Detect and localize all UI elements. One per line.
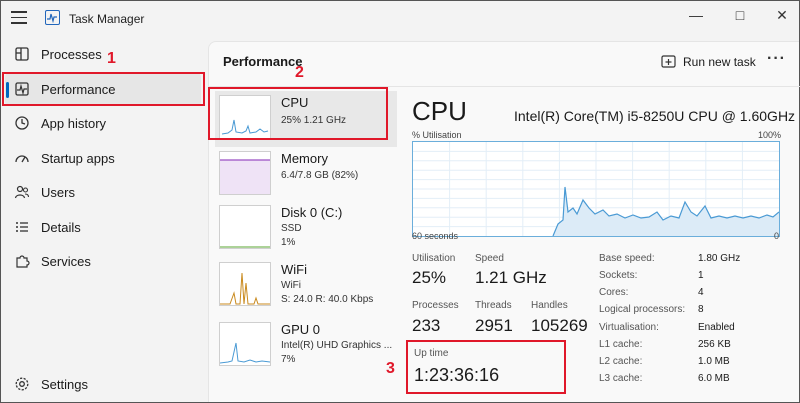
- spec-value: 8: [698, 304, 704, 315]
- device-item-wifi[interactable]: WiFi WiFi S: 24.0 R: 40.0 Kbps: [215, 258, 397, 314]
- puzzle-icon: [14, 253, 30, 269]
- graph-time-start: 60 seconds: [412, 231, 459, 241]
- device-subtext: S: 24.0 R: 40.0 Kbps: [281, 294, 374, 305]
- device-item-memory[interactable]: Memory 6.4/7.8 GB (82%): [215, 147, 397, 203]
- spec-value: 1.0 MB: [698, 356, 730, 367]
- processes-value: 233: [412, 316, 441, 335]
- wifi-mini-graph: [219, 262, 271, 306]
- minimize-button[interactable]: —: [681, 5, 711, 25]
- task-manager-app-icon: [45, 10, 60, 25]
- detail-title: CPU: [412, 96, 467, 126]
- device-subtext: 7%: [281, 354, 296, 365]
- spec-value: 1.80 GHz: [698, 253, 741, 264]
- device-name: Memory: [281, 151, 328, 166]
- more-options-button[interactable]: ···: [767, 50, 786, 68]
- spec-key: L2 cache:: [599, 356, 643, 367]
- cpu-utilisation-graph: [412, 141, 780, 237]
- annotation-box-1: [2, 72, 205, 106]
- sidebar-item-label: Users: [41, 185, 75, 200]
- sidebar-item-startup-apps[interactable]: Startup apps: [5, 142, 201, 175]
- threads-value: 2951: [475, 316, 513, 335]
- handles-value: 105269: [531, 316, 588, 335]
- sidebar-item-app-history[interactable]: App history: [5, 107, 201, 140]
- sidebar-item-users[interactable]: Users: [5, 176, 201, 209]
- annotation-number-3: 3: [386, 360, 395, 377]
- spec-value: 4: [698, 287, 704, 298]
- annotation-number-2: 2: [295, 64, 304, 81]
- sidebar-item-settings[interactable]: Settings: [5, 368, 201, 401]
- gear-icon: [14, 376, 30, 392]
- speed-label: Speed: [475, 253, 504, 264]
- close-button[interactable]: ✕: [767, 5, 797, 25]
- sidebar-item-services[interactable]: Services: [5, 245, 201, 278]
- spec-key: Logical processors:: [599, 304, 686, 315]
- spec-value: Enabled: [698, 322, 735, 333]
- device-item-gpu[interactable]: GPU 0 Intel(R) UHD Graphics ... 7%: [215, 318, 397, 374]
- annotation-box-2: [208, 87, 388, 140]
- spec-value: 6.0 MB: [698, 373, 730, 384]
- device-name: GPU 0: [281, 322, 321, 337]
- utilisation-label: Utilisation: [412, 253, 456, 264]
- grid-icon: [14, 46, 30, 62]
- history-icon: [14, 115, 30, 131]
- window-title: Task Manager: [69, 12, 145, 26]
- disk-mini-graph: [219, 205, 271, 249]
- run-new-task-label: Run new task: [683, 55, 756, 69]
- annotation-box-3: [406, 340, 566, 394]
- spec-value: 1: [698, 270, 704, 281]
- device-subtext: Intel(R) UHD Graphics ...: [281, 340, 393, 351]
- sidebar-item-label: Details: [41, 220, 81, 235]
- device-name: Disk 0 (C:): [281, 205, 343, 220]
- list-icon: [14, 219, 30, 235]
- processes-label: Processes: [412, 300, 459, 311]
- sidebar-item-details[interactable]: Details: [5, 211, 201, 244]
- hamburger-menu-icon[interactable]: [11, 11, 27, 25]
- sidebar-item-label: Services: [41, 254, 91, 269]
- memory-mini-graph: [219, 151, 271, 195]
- sidebar-item-label: App history: [41, 116, 107, 131]
- users-icon: [14, 184, 30, 200]
- sidebar-item-processes[interactable]: Processes: [5, 38, 201, 71]
- gpu-mini-graph: [219, 322, 271, 366]
- device-subtext: WiFi: [281, 280, 301, 291]
- task-manager-window: Task Manager — □ ✕ Processes Performance…: [0, 0, 800, 403]
- threads-label: Threads: [475, 300, 512, 311]
- spec-key: L3 cache:: [599, 373, 643, 384]
- utilisation-value: 25%: [412, 268, 447, 287]
- device-subtext: SSD: [281, 223, 302, 234]
- spec-key: Virtualisation:: [599, 322, 659, 333]
- device-subtext: 6.4/7.8 GB (82%): [281, 170, 359, 181]
- spec-key: L1 cache:: [599, 339, 643, 350]
- sidebar-item-label: Startup apps: [41, 151, 115, 166]
- spec-key: Cores:: [599, 287, 629, 298]
- spec-value: 256 KB: [698, 339, 731, 350]
- maximize-button[interactable]: □: [725, 5, 755, 25]
- title-bar: Task Manager — □ ✕: [1, 1, 799, 35]
- device-name: WiFi: [281, 262, 307, 277]
- device-subtext: 1%: [281, 237, 296, 248]
- speedometer-icon: [14, 150, 30, 166]
- graph-y-label: % Utilisation: [412, 130, 462, 140]
- spec-key: Base speed:: [599, 253, 655, 264]
- graph-time-end: 0: [774, 231, 780, 241]
- page-title: Performance: [223, 54, 303, 69]
- sidebar-item-label: Processes: [41, 47, 102, 62]
- graph-y-max: 100%: [758, 130, 782, 140]
- run-task-icon: [661, 54, 676, 69]
- spec-key: Sockets:: [599, 270, 638, 281]
- speed-value: 1.21 GHz: [475, 268, 547, 287]
- device-item-disk[interactable]: Disk 0 (C:) SSD 1%: [215, 201, 397, 257]
- cpu-model-name: Intel(R) Core(TM) i5-8250U CPU @ 1.60GHz: [514, 108, 796, 124]
- settings-label: Settings: [41, 377, 88, 392]
- annotation-number-1: 1: [107, 50, 116, 67]
- handles-label: Handles: [531, 300, 568, 311]
